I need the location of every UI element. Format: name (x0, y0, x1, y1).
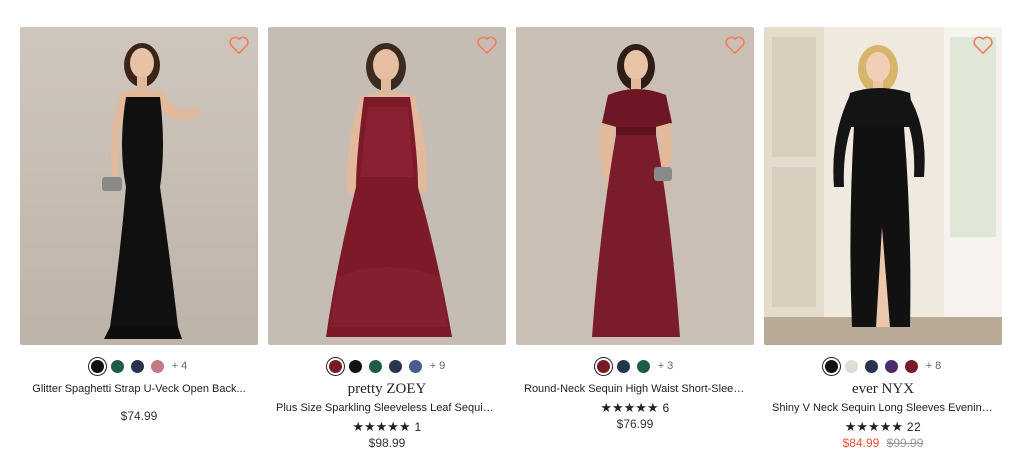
heart-outline-icon[interactable] (476, 35, 498, 55)
color-swatches: + 4 (20, 358, 258, 374)
star-rating-icon: ★★★★★ (352, 419, 411, 434)
heart-outline-icon[interactable] (724, 35, 746, 55)
sale-price: $84.99 (842, 436, 880, 450)
more-colors-count[interactable]: + 9 (430, 360, 446, 372)
product-title[interactable]: Round-Neck Sequin High Waist Short-Sleev… (516, 382, 754, 396)
product-price: $76.99 (616, 417, 654, 431)
product-image[interactable] (268, 27, 506, 345)
color-swatch[interactable] (844, 359, 858, 373)
brand-name: pretty ZOEY (347, 381, 427, 397)
product-photo (20, 27, 258, 345)
brand-name: ever NYX (851, 381, 915, 397)
product-photo (268, 27, 506, 345)
color-swatch[interactable] (884, 359, 898, 373)
product-card[interactable]: + 9 pretty ZOEY Plus Size Sparkling Slee… (268, 27, 506, 451)
color-swatch[interactable] (636, 359, 650, 373)
product-image[interactable] (516, 27, 754, 345)
color-swatch[interactable] (616, 359, 630, 373)
rating-count: 6 (662, 401, 670, 415)
color-swatch[interactable] (150, 359, 164, 373)
color-swatch[interactable] (408, 359, 422, 373)
product-title[interactable]: Plus Size Sparkling Sleeveless Leaf Sequ… (268, 401, 506, 415)
more-colors-count[interactable]: + 3 (658, 360, 674, 372)
color-swatch[interactable] (864, 359, 878, 373)
color-swatch[interactable] (904, 359, 918, 373)
color-swatch[interactable] (388, 359, 402, 373)
rating-count: 1 (414, 420, 422, 434)
star-rating-icon: ★★★★★ (844, 419, 904, 434)
color-swatch[interactable] (348, 359, 362, 373)
product-photo (764, 27, 1002, 345)
product-card[interactable]: + 4 Glitter Spaghetti Strap U-Veck Open … (20, 27, 258, 424)
color-swatch[interactable] (130, 359, 144, 373)
color-swatches: + 3 (516, 358, 754, 374)
color-swatch[interactable] (368, 359, 382, 373)
color-swatch[interactable] (110, 359, 124, 373)
product-title[interactable]: Glitter Spaghetti Strap U-Veck Open Back… (20, 382, 258, 396)
star-rating-icon: ★★★★★ (600, 400, 659, 415)
product-image[interactable] (764, 27, 1002, 345)
color-swatches: + 9 (268, 358, 506, 374)
original-price: $99.99 (886, 436, 924, 450)
more-colors-count[interactable]: + 8 (926, 360, 942, 372)
product-rating: ★★★★★ 22 (764, 419, 1002, 434)
color-swatch[interactable] (328, 359, 342, 373)
product-card[interactable]: + 3 Round-Neck Sequin High Waist Short-S… (516, 27, 754, 432)
rating-count: 22 (906, 420, 922, 434)
product-price: $98.99 (368, 436, 406, 450)
color-swatch[interactable] (824, 359, 838, 373)
heart-outline-icon[interactable] (972, 35, 994, 55)
product-price: $74.99 (120, 409, 158, 423)
product-image[interactable] (20, 27, 258, 345)
color-swatches: + 8 (764, 358, 1002, 374)
product-card[interactable]: + 8 ever NYX Shiny V Neck Sequin Long Sl… (764, 27, 1002, 451)
more-colors-count[interactable]: + 4 (172, 360, 188, 372)
product-photo (516, 27, 754, 345)
color-swatch[interactable] (596, 359, 610, 373)
product-price: $84.99 $99.99 (764, 435, 1002, 451)
product-rating: ★★★★★ 1 (268, 419, 506, 434)
product-title[interactable]: Shiny V Neck Sequin Long Sleeves Evening… (764, 401, 1002, 415)
product-rating: ★★★★★ 6 (516, 400, 754, 415)
heart-outline-icon[interactable] (228, 35, 250, 55)
color-swatch[interactable] (90, 359, 104, 373)
